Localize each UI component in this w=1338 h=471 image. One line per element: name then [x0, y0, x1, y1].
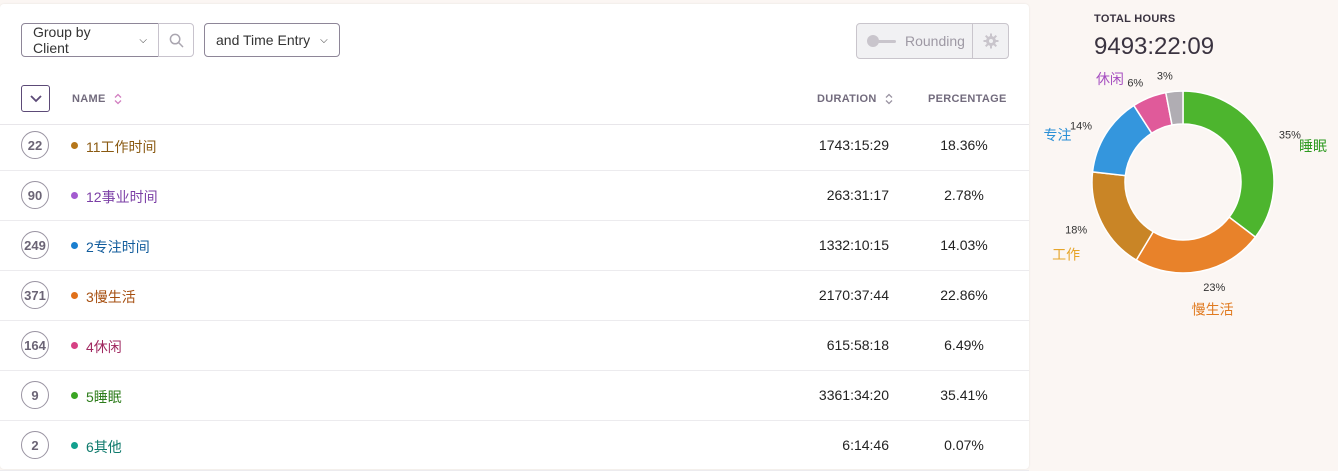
slice-name-label: 慢生活	[1192, 302, 1234, 319]
table-row[interactable]: 9 5睡眠 3361:34:20 35.41%	[0, 371, 1029, 421]
donut-slice[interactable]	[1182, 90, 1275, 239]
entry-count-badge[interactable]: 22	[21, 131, 49, 159]
table-row[interactable]: 2 6其他 6:14:46 0.07%	[0, 421, 1029, 471]
table-row[interactable]: 90 12事业时间 263:31:17 2.78%	[0, 171, 1029, 221]
group-by-dropdown[interactable]: Group by Client ⌵	[21, 23, 159, 57]
donut-chart: 35%睡眠 23% 慢生活 18% 工作 14%专注 6%休闲 3%	[1043, 70, 1327, 319]
sort-icon	[885, 93, 893, 105]
rounding-control: Rounding	[856, 23, 1009, 59]
project-color-dot	[71, 192, 78, 199]
donut-slice[interactable]	[1091, 171, 1155, 262]
slice-name-label: 专注	[1043, 128, 1071, 144]
project-color-dot	[71, 342, 78, 349]
slice-percent-label: 18%	[1065, 225, 1087, 237]
chevron-down-icon: ⌵	[139, 34, 147, 46]
slice-percent-label: 6%	[1127, 78, 1143, 90]
slice-percent-label: 23%	[1203, 282, 1225, 294]
duration-value: 263:31:17	[826, 187, 889, 203]
project-name: 6其他	[86, 439, 122, 455]
percentage-value: 0.07%	[944, 437, 984, 453]
project-name: 2专注时间	[86, 239, 150, 255]
duration-value: 1743:15:29	[818, 137, 889, 153]
percentage-value: 14.03%	[940, 237, 988, 253]
percentage-value: 22.86%	[940, 287, 988, 303]
percentage-value: 6.49%	[944, 337, 984, 353]
slice-name-label: 工作	[1052, 247, 1080, 263]
entry-count-badge[interactable]: 2	[21, 431, 49, 459]
chevron-down-icon	[29, 94, 42, 102]
total-hours-summary: TOTAL HOURS 9493:22:09	[1094, 13, 1214, 61]
sort-icon	[114, 93, 122, 105]
percentage-value: 18.36%	[940, 137, 988, 153]
column-header-percentage-label: PERCENTAGE	[928, 93, 1007, 105]
table-row[interactable]: 164 4休闲 615:58:18 6.49%	[0, 321, 1029, 371]
search-icon	[169, 33, 183, 47]
duration-value: 1332:10:15	[818, 237, 889, 253]
project-name: 12事业时间	[86, 189, 158, 205]
project-name: 5睡眠	[86, 389, 122, 405]
column-header-name[interactable]: NAME	[72, 93, 122, 105]
report-table-panel: Group by Client ⌵ and Time Entry ⌵ Round…	[0, 4, 1029, 471]
column-header-duration[interactable]: DURATION	[817, 93, 893, 105]
duration-value: 3361:34:20	[818, 387, 889, 403]
rounding-label: Rounding	[905, 33, 965, 49]
search-button[interactable]	[158, 23, 194, 57]
slice-percent-label: 35%	[1279, 129, 1301, 141]
project-color-dot	[71, 392, 78, 399]
expand-all-button[interactable]	[21, 85, 50, 112]
group-by-label: Group by Client	[33, 24, 91, 56]
table-row[interactable]: 371 3慢生活 2170:37:44 22.86%	[0, 271, 1029, 321]
project-color-dot	[71, 292, 78, 299]
duration-value: 615:58:18	[826, 337, 889, 353]
table-row[interactable]: 22 11工作时间 1743:15:29 18.36%	[0, 121, 1029, 171]
project-color-dot	[71, 442, 78, 449]
table-row[interactable]: 249 2专注时间 1332:10:15 14.03%	[0, 221, 1029, 271]
slice-name-label: 睡眠	[1299, 139, 1327, 155]
rounding-settings-button[interactable]	[972, 23, 1009, 59]
percentage-value: 35.41%	[940, 387, 988, 403]
project-name: 3慢生活	[86, 289, 136, 305]
entry-count-badge[interactable]: 164	[21, 331, 49, 359]
total-hours-label: TOTAL HOURS	[1094, 13, 1176, 25]
donut-slice[interactable]	[1135, 216, 1257, 274]
time-entry-dropdown[interactable]: and Time Entry ⌵	[204, 23, 340, 57]
gear-icon	[983, 33, 999, 49]
slice-percent-label: 14%	[1070, 121, 1092, 133]
project-color-dot	[71, 242, 78, 249]
column-header-percentage: PERCENTAGE	[928, 93, 1007, 105]
column-header-duration-label: DURATION	[817, 93, 877, 105]
entry-count-badge[interactable]: 9	[21, 381, 49, 409]
project-name: 11工作时间	[86, 139, 157, 155]
time-entry-label: and Time Entry	[216, 32, 311, 48]
entry-count-badge[interactable]: 249	[21, 231, 49, 259]
total-hours-value: 9493:22:09	[1094, 33, 1215, 60]
entry-count-badge[interactable]: 371	[21, 281, 49, 309]
entry-count-badge[interactable]: 90	[21, 181, 49, 209]
rounding-toggle[interactable]	[867, 35, 897, 47]
column-header-name-label: NAME	[72, 93, 106, 105]
slice-name-label: 休闲	[1096, 72, 1124, 88]
duration-value: 6:14:46	[842, 437, 889, 453]
table-header: NAME DURATION PERCENTAGE	[0, 78, 1029, 125]
duration-value: 2170:37:44	[818, 287, 889, 303]
project-name: 4休闲	[86, 339, 122, 355]
project-color-dot	[71, 142, 78, 149]
percentage-value: 2.78%	[944, 187, 984, 203]
slice-percent-label: 3%	[1157, 70, 1173, 82]
chevron-down-icon: ⌵	[320, 34, 328, 46]
